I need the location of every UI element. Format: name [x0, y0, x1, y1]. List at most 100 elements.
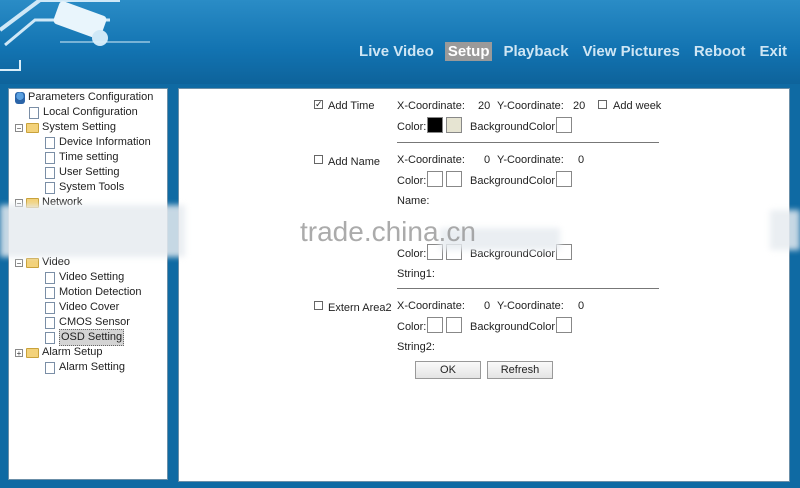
add-week-checkbox[interactable] — [598, 100, 607, 109]
background-color-label: BackgroundColor: — [470, 121, 559, 133]
background-color-label: BackgroundColor: — [470, 175, 559, 187]
tree-item-label: User Setting — [59, 166, 120, 178]
extern-area2-checkbox[interactable] — [314, 301, 323, 310]
page-icon — [45, 181, 55, 194]
tree-item-osd[interactable]: OSD Setting — [45, 329, 125, 346]
add-time-label: Add Time — [328, 100, 375, 112]
name-y-value[interactable]: 0 — [578, 154, 584, 166]
nav-setup[interactable]: Setup — [444, 42, 493, 61]
tree-item-label: Device Information — [59, 136, 151, 148]
add-time-checkbox[interactable]: ✓ — [314, 100, 323, 109]
tree-item-label: Video Setting — [59, 271, 125, 283]
tree-item-label: Motion Detection — [59, 286, 142, 298]
page-icon — [45, 361, 55, 374]
tree-item-user[interactable]: User Setting — [45, 165, 120, 180]
tree-item-device-info[interactable]: Device Information — [45, 135, 151, 150]
tree-item-label: Video — [42, 256, 70, 268]
x-coordinate-label: X-Coordinate: — [397, 300, 465, 312]
expand-icon[interactable]: + — [15, 348, 23, 357]
area2-bg-color-swatch[interactable] — [556, 317, 572, 333]
name-label: Name: — [397, 195, 430, 207]
time-bg-color-swatch[interactable] — [556, 117, 572, 133]
area2-color-swatch[interactable] — [427, 317, 443, 333]
color-label: Color: — [397, 248, 427, 260]
background-color-label: BackgroundColor: — [470, 321, 559, 333]
watermark-text: trade.china.cn — [300, 216, 476, 247]
nav-reboot[interactable]: Reboot — [691, 42, 749, 61]
tree-item-label: System Tools — [59, 181, 125, 193]
time-y-value[interactable]: 20 — [573, 100, 585, 112]
section-divider — [397, 142, 659, 143]
tree-item-time[interactable]: Time setting — [45, 150, 119, 165]
extern-area2-label: Extern Area2 — [328, 302, 392, 314]
page-icon — [45, 271, 55, 284]
blur-overlay — [770, 210, 800, 250]
tree-item-label: Alarm Setting — [59, 361, 126, 373]
tree-folder-video[interactable]: − Video — [15, 255, 70, 270]
name-color-swatch-2[interactable] — [446, 171, 462, 187]
string1-label: String1: — [397, 268, 435, 280]
tree-item-alarm-setting[interactable]: Alarm Setting — [45, 360, 125, 375]
camera-logo-icon — [0, 0, 150, 71]
nav-exit[interactable]: Exit — [756, 42, 790, 61]
page-icon — [45, 136, 55, 149]
string2-label: String2: — [397, 341, 435, 353]
add-week-label: Add week — [613, 100, 662, 112]
tree-item-label: CMOS Sensor — [59, 316, 130, 328]
tree-item-label: Time setting — [59, 151, 119, 163]
tree-item-label: Alarm Setup — [42, 346, 103, 358]
color-label: Color: — [397, 175, 427, 187]
area2-color-swatch-2[interactable] — [446, 317, 462, 333]
add-name-checkbox[interactable] — [314, 155, 323, 164]
blur-overlay — [0, 205, 185, 257]
y-coordinate-label: Y-Coordinate: — [497, 300, 564, 312]
section-divider — [397, 288, 659, 289]
name-color-swatch[interactable] — [427, 171, 443, 187]
main-nav: Live Video Setup Playback View Pictures … — [356, 42, 790, 61]
refresh-button[interactable]: Refresh — [487, 361, 553, 379]
nav-playback[interactable]: Playback — [500, 42, 571, 61]
tree-root-label: Parameters Configuration — [28, 91, 154, 103]
tree-folder-system[interactable]: − System Setting — [15, 120, 116, 135]
color-label: Color: — [397, 121, 427, 133]
tree-item-cover[interactable]: Video Cover — [45, 300, 119, 315]
y-coordinate-label: Y-Coordinate: — [497, 100, 564, 112]
tree-folder-alarm[interactable]: + Alarm Setup — [15, 345, 103, 360]
x-coordinate-label: X-Coordinate: — [397, 100, 465, 112]
time-color-swatch-2[interactable] — [446, 117, 462, 133]
tree-item-tools[interactable]: System Tools — [45, 180, 124, 195]
tree-item-label: OSD Setting — [59, 329, 125, 346]
time-color-swatch[interactable] — [427, 117, 443, 133]
page-icon — [45, 166, 55, 179]
collapse-icon[interactable]: − — [15, 258, 23, 267]
nav-view-pictures[interactable]: View Pictures — [580, 42, 683, 61]
tree-item-label: Video Cover — [59, 301, 120, 313]
page-icon — [45, 151, 55, 164]
y-coordinate-label: Y-Coordinate: — [497, 154, 564, 166]
tree-item-local[interactable]: Local Configuration — [29, 105, 138, 120]
collapse-icon[interactable]: − — [15, 123, 23, 132]
page-icon — [45, 301, 55, 314]
name-bg-color-swatch[interactable] — [556, 171, 572, 187]
tree-root[interactable]: Parameters Configuration — [15, 90, 153, 105]
tree-item-cmos[interactable]: CMOS Sensor — [45, 315, 130, 330]
page-icon — [45, 316, 55, 329]
tree-item-label: System Setting — [42, 121, 116, 133]
tree-item-label: Local Configuration — [43, 106, 138, 118]
page-icon — [45, 286, 55, 299]
x-coordinate-label: X-Coordinate: — [397, 154, 465, 166]
name-x-value[interactable]: 0 — [484, 154, 490, 166]
folder-icon — [26, 122, 39, 133]
osd-settings-panel: ✓ Add Time X-Coordinate: 20 Y-Coordinate… — [178, 88, 790, 482]
tree-item-video-setting[interactable]: Video Setting — [45, 270, 124, 285]
page-icon — [45, 331, 55, 344]
folder-icon — [26, 347, 39, 358]
tree-item-motion[interactable]: Motion Detection — [45, 285, 142, 300]
area2-x-value[interactable]: 0 — [484, 300, 490, 312]
time-x-value[interactable]: 20 — [478, 100, 490, 112]
config-globe-icon — [15, 91, 25, 104]
ok-button[interactable]: OK — [415, 361, 481, 379]
area2-y-value[interactable]: 0 — [578, 300, 584, 312]
nav-live-video[interactable]: Live Video — [356, 42, 437, 61]
page-icon — [29, 106, 39, 119]
